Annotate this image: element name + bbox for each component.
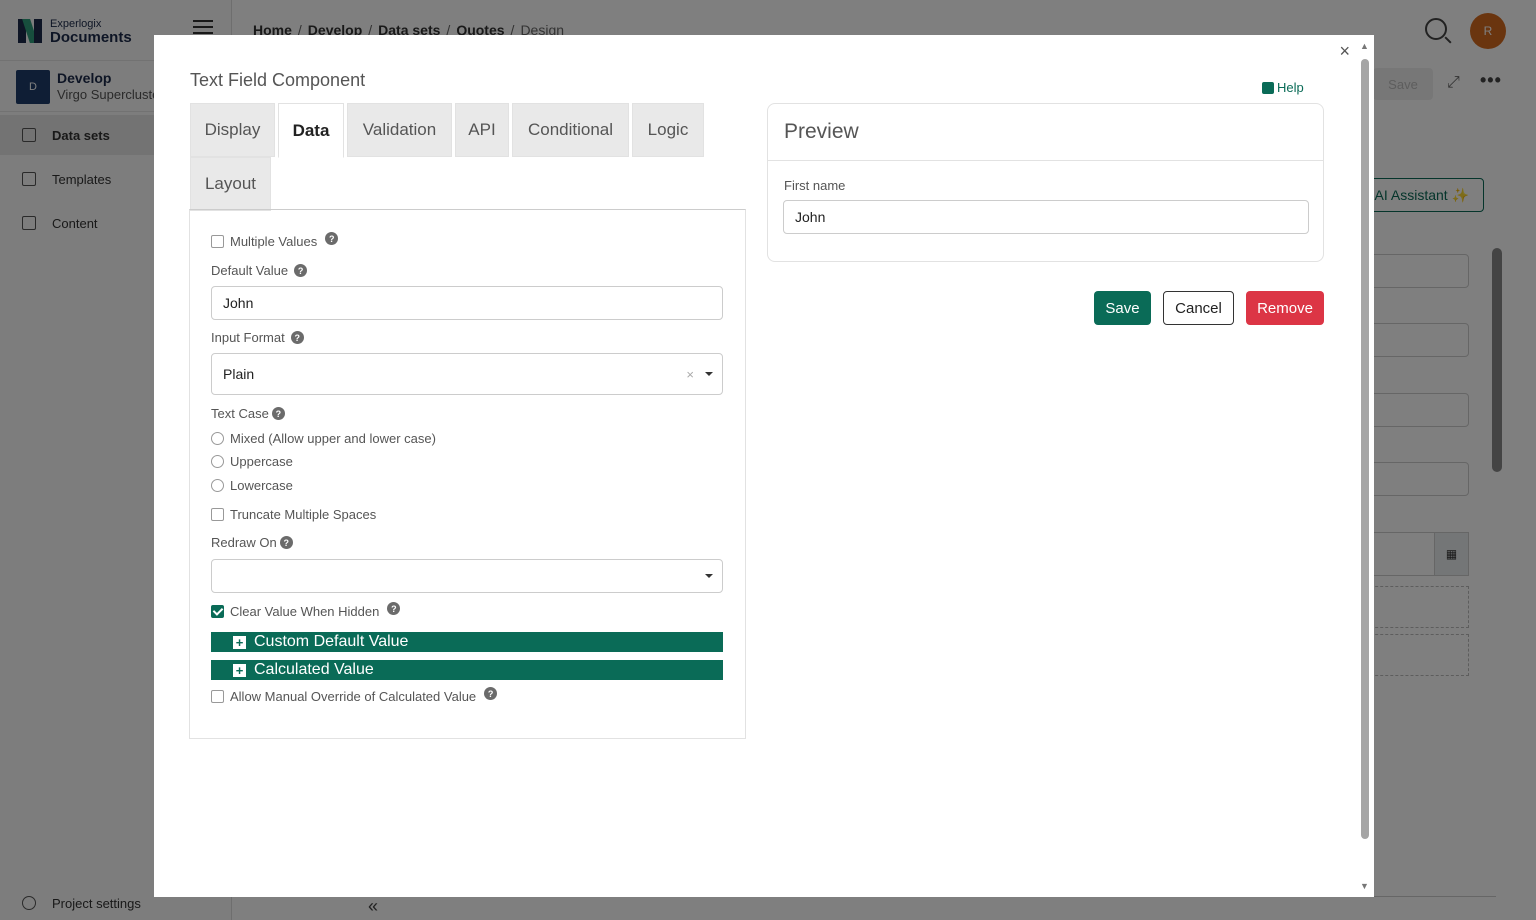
truncate-spaces-checkbox[interactable] [211,508,224,521]
clear-icon[interactable]: × [686,367,694,382]
tab-display[interactable]: Display [190,103,275,157]
allow-override-checkbox[interactable] [211,690,224,703]
help-icon[interactable]: ? [325,232,339,245]
help-icon[interactable]: ? [290,331,304,344]
default-value-label: Default Value [211,263,289,278]
text-case-option-mixed[interactable]: Mixed (Allow upper and lower case) [211,431,436,446]
help-icon[interactable]: ? [279,536,293,549]
help-icon[interactable]: ? [387,602,401,615]
chevron-down-icon[interactable] [705,372,713,376]
text-case-option-uppercase[interactable]: Uppercase [211,454,293,469]
modal-scrollbar[interactable]: ▲ ▼ [1360,41,1370,891]
redraw-on-label: Redraw On [211,535,277,550]
truncate-spaces-row: Truncate Multiple Spaces [211,507,376,522]
truncate-spaces-label: Truncate Multiple Spaces [230,507,377,522]
radio-label: Mixed (Allow upper and lower case) [230,431,436,446]
preview-field-label: First name [784,178,846,193]
text-case-label-row: Text Case ? [211,406,285,421]
input-format-select[interactable]: Plain × [211,353,723,395]
save-button[interactable]: Save [1094,291,1151,325]
preview-title: Preview [784,120,859,143]
multiple-values-row: Multiple Values ? [211,232,339,249]
scroll-down-icon[interactable]: ▼ [1360,881,1369,891]
panel-title: Calculated Value [254,661,374,678]
book-icon [1262,81,1274,94]
modal-title: Text Field Component [190,70,366,90]
tab-conditional[interactable]: Conditional [512,103,629,157]
help-icon[interactable]: ? [484,687,498,700]
default-value-input[interactable]: John [211,286,723,320]
radio-button[interactable] [211,432,224,445]
chevron-down-icon[interactable] [705,574,713,578]
help-label: Help [1277,80,1304,95]
custom-default-value-panel[interactable]: + Custom Default Value [211,632,723,652]
text-case-option-lowercase[interactable]: Lowercase [211,478,293,493]
redraw-on-label-row: Redraw On ? [211,535,293,550]
help-link[interactable]: Help [1262,80,1304,95]
component-editor-modal: × ▲ ▼ Text Field Component Help Display … [154,35,1374,897]
preview-first-name-input[interactable]: John [783,200,1309,234]
scroll-up-icon[interactable]: ▲ [1360,41,1369,51]
tab-api[interactable]: API [455,103,509,157]
calculated-value-panel[interactable]: + Calculated Value [211,660,723,680]
close-icon[interactable]: × [1339,41,1350,62]
radio-button[interactable] [211,455,224,468]
clear-when-hidden-label: Clear Value When Hidden [230,604,380,619]
input-format-label-row: Input Format ? [211,330,304,345]
multiple-values-label: Multiple Values [230,234,318,249]
text-case-label: Text Case [211,406,269,421]
input-format-label: Input Format [211,330,285,345]
preview-card: Preview First name John [767,103,1324,262]
redraw-on-select[interactable] [211,559,723,593]
tab-logic[interactable]: Logic [632,103,704,157]
clear-when-hidden-row: Clear Value When Hidden ? [211,602,401,619]
help-icon[interactable]: ? [271,407,285,420]
tab-layout[interactable]: Layout [190,157,271,211]
data-tab-panel: Multiple Values ? Default Value ? John I… [189,209,746,739]
divider [768,160,1323,161]
scrollbar-thumb[interactable] [1361,59,1369,839]
remove-button[interactable]: Remove [1246,291,1324,325]
allow-override-label: Allow Manual Override of Calculated Valu… [230,689,477,704]
allow-override-row: Allow Manual Override of Calculated Valu… [211,687,498,704]
cancel-button[interactable]: Cancel [1163,291,1234,325]
expand-plus-icon[interactable]: + [233,635,246,649]
radio-label: Lowercase [230,478,293,493]
help-icon[interactable]: ? [294,264,308,277]
input-format-value: Plain [223,366,255,382]
default-value-label-row: Default Value ? [211,263,308,278]
tab-data[interactable]: Data [278,103,344,158]
expand-plus-icon[interactable]: + [233,663,246,677]
panel-title: Custom Default Value [254,633,409,650]
tab-validation[interactable]: Validation [347,103,452,157]
clear-when-hidden-checkbox[interactable] [211,605,224,618]
radio-button[interactable] [211,479,224,492]
multiple-values-checkbox[interactable] [211,235,224,248]
radio-label: Uppercase [230,454,293,469]
